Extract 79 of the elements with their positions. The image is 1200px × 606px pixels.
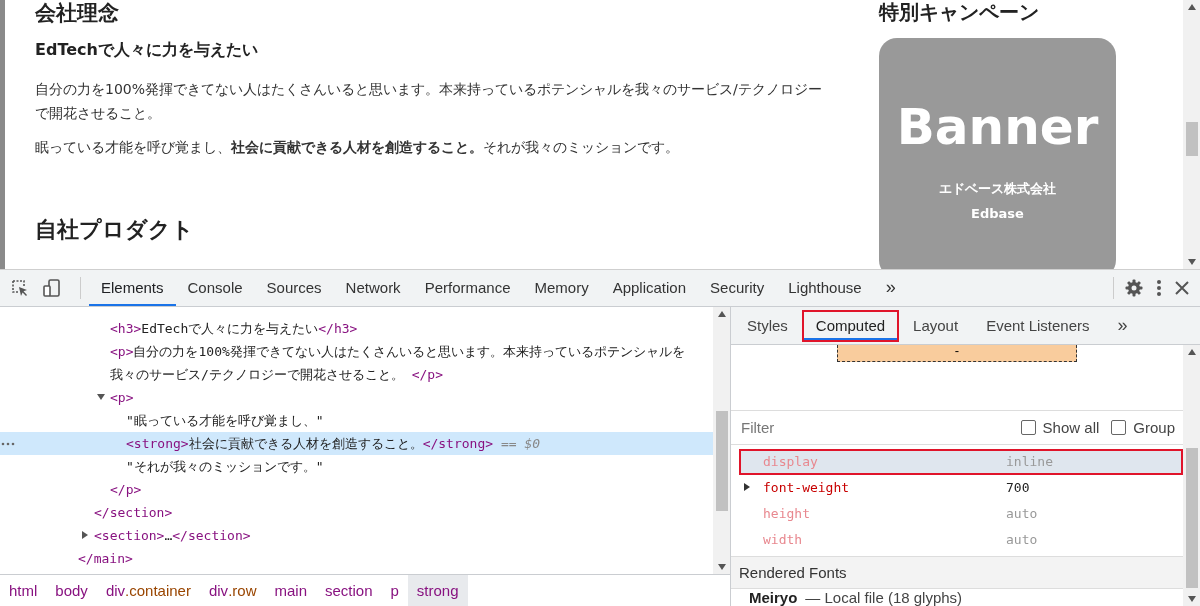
dom-node[interactable]: "眠っている才能を呼び覚まし、" bbox=[126, 409, 713, 432]
property-name: width bbox=[763, 532, 804, 548]
dom-node[interactable]: <p>自分の力を100%発揮できてない人はたくさんいると思います。本来持っているポテンシャルを我々のサービス/テクノロジーで開花させること。 </p> bbox=[110, 340, 713, 386]
devtools-tab[interactable]: Network bbox=[333, 270, 413, 306]
more-options-icon[interactable] bbox=[1156, 278, 1162, 298]
more-icon[interactable] bbox=[1, 442, 15, 446]
dom-node[interactable]: </p> bbox=[110, 478, 713, 501]
property-name: font-weight bbox=[763, 480, 851, 496]
devtools-tab[interactable]: Performance bbox=[412, 270, 523, 306]
breadcrumb[interactable]: html bbox=[0, 575, 47, 606]
banner-title: Banner bbox=[896, 98, 1099, 156]
breadcrumb[interactable]: div.container bbox=[96, 575, 200, 606]
dom-node[interactable]: </main> bbox=[78, 547, 713, 570]
paragraph: 眠っている才能を呼び覚まし、社会に貢献できる人材を創造すること。それが我々のミッションです。 bbox=[35, 138, 680, 157]
scroll-down-icon[interactable] bbox=[1187, 259, 1196, 265]
scroll-up-icon[interactable] bbox=[717, 311, 726, 317]
expand-triangle-icon[interactable] bbox=[81, 531, 89, 539]
dom-node[interactable]: </section> bbox=[94, 501, 713, 524]
property-value: auto bbox=[1006, 532, 1038, 548]
breadcrumb[interactable]: p bbox=[381, 575, 408, 606]
computed-property-row[interactable]: font-weight 700 bbox=[739, 474, 1183, 501]
devtools-tab[interactable]: Elements bbox=[89, 270, 176, 306]
devtools-tab[interactable]: Security bbox=[698, 270, 777, 306]
sidebar-tab[interactable]: Layout bbox=[899, 309, 973, 342]
breadcrumb[interactable]: strong bbox=[407, 575, 468, 606]
sidebar-tab[interactable]: Event Listeners bbox=[972, 309, 1104, 342]
scroll-up-icon[interactable] bbox=[1187, 4, 1196, 10]
box-model-content: - bbox=[837, 345, 1077, 362]
devtools-tab[interactable]: Lighthouse bbox=[776, 270, 874, 306]
banner-company: エドベース株式会社 bbox=[939, 180, 1056, 198]
checkbox-label: Group bbox=[1133, 419, 1175, 437]
more-tabs-button[interactable]: » bbox=[873, 270, 908, 306]
devtools-tab[interactable]: Application bbox=[600, 270, 699, 306]
scrollbar[interactable] bbox=[713, 307, 730, 574]
checkbox[interactable] bbox=[1020, 420, 1036, 436]
devtools-tab[interactable]: Memory bbox=[522, 270, 601, 306]
inspect-icon[interactable] bbox=[10, 278, 30, 298]
scroll-down-icon[interactable] bbox=[1187, 596, 1196, 602]
property-name: display bbox=[763, 454, 819, 470]
expand-triangle-icon[interactable] bbox=[97, 393, 105, 401]
scrollbar-thumb[interactable] bbox=[715, 411, 728, 511]
expand-triangle-icon[interactable] bbox=[743, 482, 751, 491]
subheading: EdTechで人々に力を与えたい bbox=[35, 40, 259, 61]
devtools-tab[interactable]: Sources bbox=[254, 270, 334, 306]
breadcrumb[interactable]: div.row bbox=[199, 575, 266, 606]
property-value: auto bbox=[1006, 506, 1038, 522]
font-name: Meiryo bbox=[749, 589, 798, 606]
sidebar-tab[interactable]: Computed bbox=[801, 309, 900, 342]
scroll-down-icon[interactable] bbox=[717, 564, 726, 570]
more-tabs-button[interactable]: » bbox=[1103, 309, 1142, 342]
filter-field[interactable]: Filter bbox=[739, 418, 1009, 438]
checkbox[interactable] bbox=[1111, 420, 1127, 436]
aside-heading: 特別キャンペーン bbox=[879, 0, 1040, 24]
banner-brand: Edbase bbox=[971, 206, 1024, 221]
breadcrumb[interactable]: section bbox=[316, 575, 382, 606]
scrollbar[interactable] bbox=[1183, 345, 1200, 606]
dom-node[interactable]: <h3>EdTechで人々に力を与えたい</h3> bbox=[110, 317, 713, 340]
dom-node[interactable]: <section>…</section> bbox=[94, 524, 713, 547]
paragraph: 自分の力を100%発揮できてない人はたくさんいると思います。本来持っているポテンシャルを我々のサービス/テクノロジーで開花させること。 bbox=[35, 80, 823, 123]
scrollbar-thumb[interactable] bbox=[1185, 122, 1198, 156]
devtools-tab[interactable]: Console bbox=[175, 270, 255, 306]
scrollbar[interactable] bbox=[1183, 0, 1200, 269]
breadcrumb[interactable]: body bbox=[46, 575, 97, 606]
close-icon[interactable] bbox=[1174, 280, 1190, 296]
dom-node[interactable]: "それが我々のミッションです。" bbox=[126, 455, 713, 478]
property-value: inline bbox=[1006, 454, 1053, 470]
font-detail: — Local file (18 glyphs) bbox=[805, 589, 963, 606]
device-toolbar-icon[interactable] bbox=[42, 278, 62, 298]
scrollbar-thumb[interactable] bbox=[1185, 448, 1198, 588]
section-heading: 自社プロダクト bbox=[35, 217, 195, 243]
scroll-up-icon[interactable] bbox=[1187, 349, 1196, 355]
dom-node[interactable]: <p> bbox=[110, 386, 713, 409]
property-value: 700 bbox=[1006, 480, 1030, 496]
sidebar-tab[interactable]: Styles bbox=[733, 309, 802, 342]
breadcrumb[interactable]: main bbox=[265, 575, 316, 606]
property-name: height bbox=[763, 506, 811, 522]
section-header: Rendered Fonts bbox=[731, 556, 1183, 589]
section-heading: 会社理念 bbox=[35, 0, 120, 26]
checkbox-label: Show all bbox=[1042, 419, 1100, 437]
